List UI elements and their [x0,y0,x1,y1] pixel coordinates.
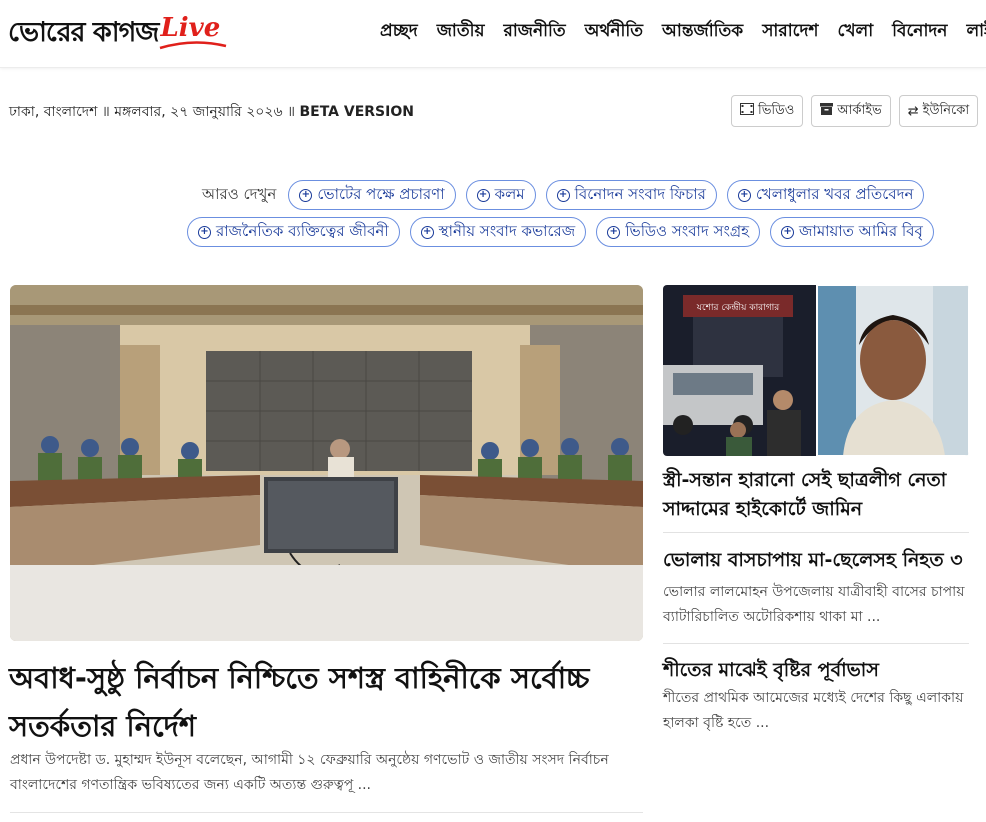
side-story-3-title[interactable]: শীতের মাঝেই বৃষ্টির পূর্বাভাস [663,656,879,688]
meeting-room-photo [10,285,643,641]
tag-chip[interactable]: + রাজনৈতিক ব্যক্তিত্বের জীবনী [187,217,400,247]
archive-button[interactable]: আর্কাইভ [811,95,891,127]
tag-label: ভোটের পক্ষে প্রচারণা [317,184,445,203]
video-button[interactable]: ভিডিও [731,95,804,127]
see-more-tags-row1: আরও দেখুন + ভোটের পক্ষে প্রচারণা + কলম + বি… [202,180,934,210]
see-more-tags-row2: + রাজনৈতিক ব্যক্তিত্বের জীবনী + স্থানীয় স… [187,217,944,247]
nav-item-politics[interactable]: রাজনীতি [504,18,566,46]
tag-chip[interactable]: + কলম [465,180,536,210]
tag-chip[interactable]: + বিনোদন সংবাদ ফিচার [545,180,717,210]
dateline-location: ঢাকা, বাংলাদেশ [9,104,98,120]
main-nav: প্রচ্ছদ জাতীয় রাজনীতি অর্থনীতি আন্তর্জা… [380,18,986,46]
dateline: ঢাকা, বাংলাদেশ ॥ মঙ্গলবার, ২৭ জানুয়ারি … [9,100,414,124]
nav-item-home[interactable]: প্রচ্ছদ [380,18,418,46]
lead-story-image[interactable] [10,285,643,641]
tag-label: রাজনৈতিক ব্যক্তিত্বের জীবনী [216,221,389,240]
archive-box-icon [820,103,834,119]
lead-story-summary: প্রধান উপদেষ্টা ড. মুহাম্মদ ইউনূস বলেছেন… [10,752,609,793]
tag-chip[interactable]: + স্থানীয় সংবাদ কভারেজ [409,217,587,247]
side-story-3-summary: শীতের প্রাথমিক আমেজের মধ্যেই দেশের কিছু … [663,690,964,731]
film-icon [740,103,754,119]
logo-swoosh-icon [159,41,227,50]
plus-circle-icon: + [420,225,434,239]
see-more-label: আরও দেখুন [202,184,277,203]
archive-button-label: আর্কাইভ [837,102,882,118]
header-buttons: ভিডিও আর্কাইভ ⇄ ইউনিকো [731,95,979,127]
divider [663,532,969,533]
tag-chip[interactable]: + ভোটের পক্ষে প্রচারণা [288,180,456,210]
tag-label: খেলাধুলার খবর প্রতিবেদন [755,184,914,203]
gate-sign-text: যশোর কেন্দ্রীয় কারাগার [696,301,780,313]
tag-label: স্থানীয় সংবাদ কভারেজ [438,221,576,240]
tag-label: ভিডিও সংবাদ সংগ্রহ [625,221,750,240]
tag-chip[interactable]: + জামায়াত আমির বিবৃ [770,217,934,247]
logo-text: ভোরের কাগজ [8,16,159,48]
nav-item-international[interactable]: আন্তর্জাতিক [662,18,743,46]
tag-chip[interactable]: + ভিডিও সংবাদ সংগ্রহ [596,217,761,247]
plus-circle-icon: + [476,188,490,202]
logo-live: Live [160,13,221,43]
nav-item-national[interactable]: জাতীয় [437,18,485,46]
dateline-sep: ॥ [287,104,295,120]
plus-circle-icon: + [556,188,570,202]
video-button-label: ভিডিও [758,102,795,118]
tag-label: বিনোদন সংবাদ ফিচার [574,184,706,203]
lead-story-title[interactable]: অবাধ-সুষ্ঠু নির্বাচন নিশ্চিতে সশস্ত্র বা… [9,654,639,750]
site-logo[interactable]: ভোরের কাগজ Live [8,6,227,62]
dateline-sep: ॥ [101,104,110,120]
nav-item-life[interactable]: লাইফ [966,18,986,46]
unicode-button[interactable]: ⇄ ইউনিকো [898,95,979,127]
nav-item-country[interactable]: সারাদেশ [762,18,818,46]
side-story-image[interactable]: যশোর কেন্দ্রীয় কারাগার [663,285,969,456]
nav-item-economy[interactable]: অর্থনীতি [585,18,643,46]
nav-item-sports[interactable]: খেলা [837,18,873,46]
plus-circle-icon: + [299,188,313,202]
tag-chip[interactable]: + খেলাধুলার খবর প্রতিবেদন [726,180,925,210]
unicode-button-label: ইউনিকো [922,102,970,118]
tag-label: কলম [494,184,525,203]
site-header: ভোরের কাগজ Live প্রচ্ছদ জাতীয় রাজনীতি অ… [0,0,986,68]
nav-item-entertainment[interactable]: বিনোদন [892,18,947,46]
divider [663,643,969,644]
plus-circle-icon: + [737,188,751,202]
plus-circle-icon: + [198,225,211,239]
side-story-2-summary: ভোলার লালমোহন উপজেলায় যাত্রীবাহী বাসের … [663,584,965,625]
dateline-date: মঙ্গলবার, ২৭ জানুয়ারি ২০২৬ [114,104,283,120]
plus-circle-icon: + [607,225,621,239]
divider [10,812,643,813]
plus-circle-icon: + [781,225,795,239]
side-story-1-title[interactable]: স্ত্রী-সন্তান হারানো সেই ছাত্রলীগ নেতা স… [663,466,973,524]
side-story-2-title[interactable]: ভোলায় বাসচাপায় মা-ছেলেসহ নিহত ৩ [663,546,963,578]
collage-photo: যশোর কেন্দ্রীয় কারাগার [663,285,969,456]
beta-version-label: BETA VERSION [299,104,414,120]
swap-arrows-icon: ⇄ [907,103,919,119]
tag-label: জামায়াত আমির বিবৃ [799,221,923,240]
